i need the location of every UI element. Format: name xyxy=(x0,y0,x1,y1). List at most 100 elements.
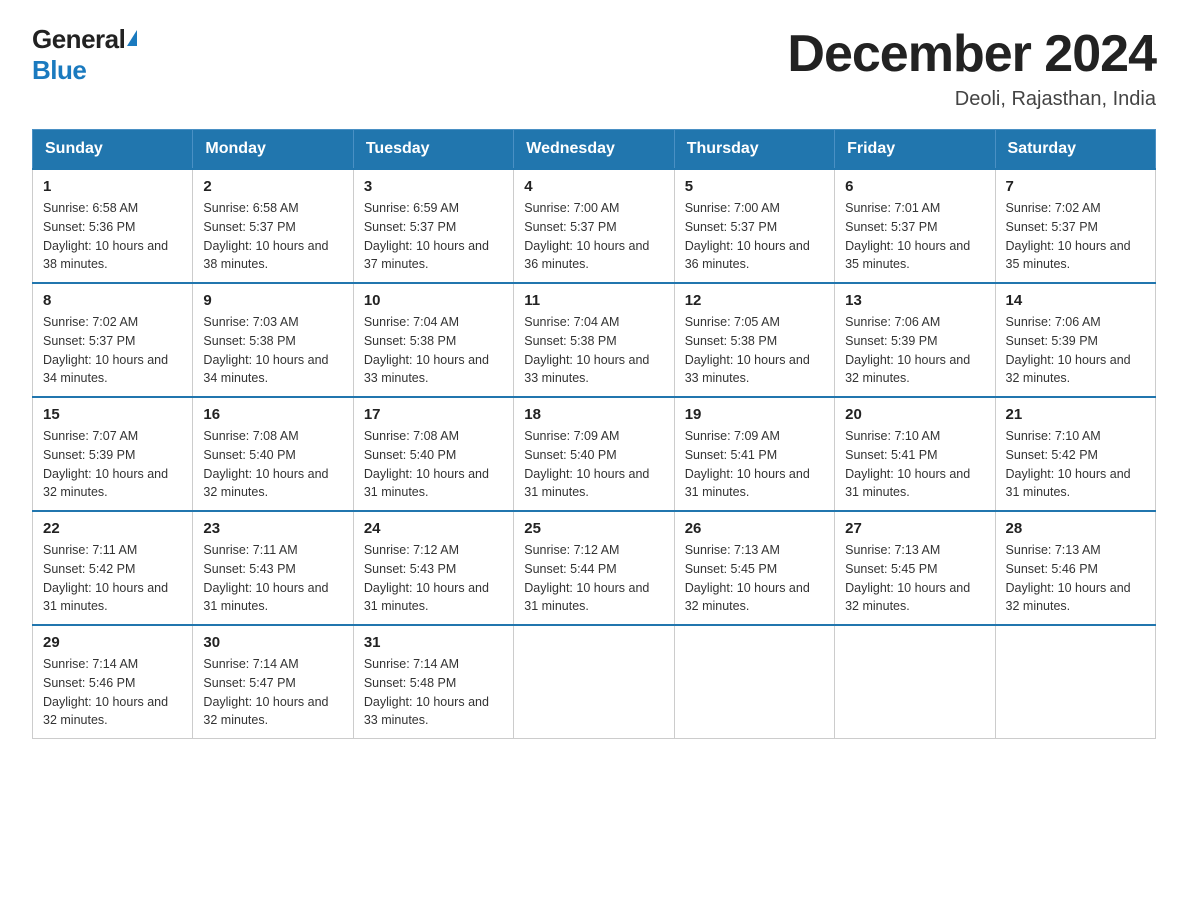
day-number: 15 xyxy=(43,406,182,423)
calendar-cell: 29 Sunrise: 7:14 AMSunset: 5:46 PMDaylig… xyxy=(33,625,193,739)
week-row-5: 29 Sunrise: 7:14 AMSunset: 5:46 PMDaylig… xyxy=(33,625,1156,739)
day-info: Sunrise: 7:09 AMSunset: 5:40 PMDaylight:… xyxy=(524,429,649,499)
day-info: Sunrise: 7:04 AMSunset: 5:38 PMDaylight:… xyxy=(524,315,649,385)
calendar-cell: 24 Sunrise: 7:12 AMSunset: 5:43 PMDaylig… xyxy=(353,511,513,625)
calendar-cell: 22 Sunrise: 7:11 AMSunset: 5:42 PMDaylig… xyxy=(33,511,193,625)
calendar-cell: 3 Sunrise: 6:59 AMSunset: 5:37 PMDayligh… xyxy=(353,169,513,283)
day-header-thursday: Thursday xyxy=(674,130,834,170)
day-header-sunday: Sunday xyxy=(33,130,193,170)
day-number: 22 xyxy=(43,520,182,537)
day-info: Sunrise: 7:13 AMSunset: 5:46 PMDaylight:… xyxy=(1006,543,1131,613)
day-number: 19 xyxy=(685,406,824,423)
day-info: Sunrise: 7:02 AMSunset: 5:37 PMDaylight:… xyxy=(1006,201,1131,271)
calendar-cell: 17 Sunrise: 7:08 AMSunset: 5:40 PMDaylig… xyxy=(353,397,513,511)
day-info: Sunrise: 7:06 AMSunset: 5:39 PMDaylight:… xyxy=(1006,315,1131,385)
day-info: Sunrise: 6:58 AMSunset: 5:37 PMDaylight:… xyxy=(203,201,328,271)
week-row-2: 8 Sunrise: 7:02 AMSunset: 5:37 PMDayligh… xyxy=(33,283,1156,397)
calendar-cell: 28 Sunrise: 7:13 AMSunset: 5:46 PMDaylig… xyxy=(995,511,1155,625)
days-header-row: SundayMondayTuesdayWednesdayThursdayFrid… xyxy=(33,130,1156,170)
day-info: Sunrise: 7:11 AMSunset: 5:43 PMDaylight:… xyxy=(203,543,328,613)
day-number: 18 xyxy=(524,406,663,423)
day-info: Sunrise: 7:09 AMSunset: 5:41 PMDaylight:… xyxy=(685,429,810,499)
calendar-cell: 15 Sunrise: 7:07 AMSunset: 5:39 PMDaylig… xyxy=(33,397,193,511)
calendar-cell: 30 Sunrise: 7:14 AMSunset: 5:47 PMDaylig… xyxy=(193,625,353,739)
day-number: 27 xyxy=(845,520,984,537)
calendar-cell xyxy=(674,625,834,739)
day-number: 4 xyxy=(524,178,663,195)
calendar-cell: 19 Sunrise: 7:09 AMSunset: 5:41 PMDaylig… xyxy=(674,397,834,511)
day-number: 21 xyxy=(1006,406,1145,423)
calendar-cell xyxy=(835,625,995,739)
calendar-cell: 2 Sunrise: 6:58 AMSunset: 5:37 PMDayligh… xyxy=(193,169,353,283)
calendar-cell: 23 Sunrise: 7:11 AMSunset: 5:43 PMDaylig… xyxy=(193,511,353,625)
calendar-cell: 13 Sunrise: 7:06 AMSunset: 5:39 PMDaylig… xyxy=(835,283,995,397)
week-row-4: 22 Sunrise: 7:11 AMSunset: 5:42 PMDaylig… xyxy=(33,511,1156,625)
day-number: 23 xyxy=(203,520,342,537)
day-info: Sunrise: 7:10 AMSunset: 5:41 PMDaylight:… xyxy=(845,429,970,499)
week-row-1: 1 Sunrise: 6:58 AMSunset: 5:36 PMDayligh… xyxy=(33,169,1156,283)
day-number: 13 xyxy=(845,292,984,309)
day-number: 16 xyxy=(203,406,342,423)
day-number: 25 xyxy=(524,520,663,537)
logo: General Blue xyxy=(32,24,137,86)
day-info: Sunrise: 7:13 AMSunset: 5:45 PMDaylight:… xyxy=(845,543,970,613)
day-info: Sunrise: 7:03 AMSunset: 5:38 PMDaylight:… xyxy=(203,315,328,385)
day-info: Sunrise: 7:10 AMSunset: 5:42 PMDaylight:… xyxy=(1006,429,1131,499)
day-info: Sunrise: 7:00 AMSunset: 5:37 PMDaylight:… xyxy=(685,201,810,271)
calendar-cell xyxy=(514,625,674,739)
calendar-cell: 16 Sunrise: 7:08 AMSunset: 5:40 PMDaylig… xyxy=(193,397,353,511)
day-info: Sunrise: 7:07 AMSunset: 5:39 PMDaylight:… xyxy=(43,429,168,499)
logo-blue-text: Blue xyxy=(32,55,86,86)
day-number: 17 xyxy=(364,406,503,423)
day-number: 14 xyxy=(1006,292,1145,309)
calendar-cell: 10 Sunrise: 7:04 AMSunset: 5:38 PMDaylig… xyxy=(353,283,513,397)
day-info: Sunrise: 7:13 AMSunset: 5:45 PMDaylight:… xyxy=(685,543,810,613)
day-info: Sunrise: 7:08 AMSunset: 5:40 PMDaylight:… xyxy=(364,429,489,499)
day-number: 9 xyxy=(203,292,342,309)
page-header: General Blue December 2024 Deoli, Rajast… xyxy=(32,24,1156,111)
day-number: 26 xyxy=(685,520,824,537)
day-number: 20 xyxy=(845,406,984,423)
day-header-friday: Friday xyxy=(835,130,995,170)
calendar-subtitle: Deoli, Rajasthan, India xyxy=(787,88,1156,111)
day-info: Sunrise: 7:01 AMSunset: 5:37 PMDaylight:… xyxy=(845,201,970,271)
calendar-cell: 9 Sunrise: 7:03 AMSunset: 5:38 PMDayligh… xyxy=(193,283,353,397)
day-info: Sunrise: 6:58 AMSunset: 5:36 PMDaylight:… xyxy=(43,201,168,271)
calendar-table: SundayMondayTuesdayWednesdayThursdayFrid… xyxy=(32,129,1156,739)
day-number: 10 xyxy=(364,292,503,309)
day-header-wednesday: Wednesday xyxy=(514,130,674,170)
day-number: 8 xyxy=(43,292,182,309)
day-header-saturday: Saturday xyxy=(995,130,1155,170)
day-number: 28 xyxy=(1006,520,1145,537)
calendar-cell: 20 Sunrise: 7:10 AMSunset: 5:41 PMDaylig… xyxy=(835,397,995,511)
day-info: Sunrise: 7:12 AMSunset: 5:43 PMDaylight:… xyxy=(364,543,489,613)
day-number: 5 xyxy=(685,178,824,195)
calendar-cell: 21 Sunrise: 7:10 AMSunset: 5:42 PMDaylig… xyxy=(995,397,1155,511)
calendar-cell: 18 Sunrise: 7:09 AMSunset: 5:40 PMDaylig… xyxy=(514,397,674,511)
day-info: Sunrise: 7:08 AMSunset: 5:40 PMDaylight:… xyxy=(203,429,328,499)
day-number: 24 xyxy=(364,520,503,537)
day-header-monday: Monday xyxy=(193,130,353,170)
day-number: 7 xyxy=(1006,178,1145,195)
calendar-cell: 4 Sunrise: 7:00 AMSunset: 5:37 PMDayligh… xyxy=(514,169,674,283)
day-number: 6 xyxy=(845,178,984,195)
day-info: Sunrise: 7:11 AMSunset: 5:42 PMDaylight:… xyxy=(43,543,168,613)
calendar-cell: 26 Sunrise: 7:13 AMSunset: 5:45 PMDaylig… xyxy=(674,511,834,625)
day-number: 29 xyxy=(43,634,182,651)
day-number: 1 xyxy=(43,178,182,195)
day-number: 31 xyxy=(364,634,503,651)
day-info: Sunrise: 7:00 AMSunset: 5:37 PMDaylight:… xyxy=(524,201,649,271)
day-info: Sunrise: 7:14 AMSunset: 5:46 PMDaylight:… xyxy=(43,657,168,727)
calendar-title: December 2024 xyxy=(787,24,1156,84)
calendar-cell: 7 Sunrise: 7:02 AMSunset: 5:37 PMDayligh… xyxy=(995,169,1155,283)
calendar-cell: 25 Sunrise: 7:12 AMSunset: 5:44 PMDaylig… xyxy=(514,511,674,625)
day-info: Sunrise: 7:05 AMSunset: 5:38 PMDaylight:… xyxy=(685,315,810,385)
day-header-tuesday: Tuesday xyxy=(353,130,513,170)
calendar-cell: 12 Sunrise: 7:05 AMSunset: 5:38 PMDaylig… xyxy=(674,283,834,397)
day-number: 11 xyxy=(524,292,663,309)
calendar-cell: 14 Sunrise: 7:06 AMSunset: 5:39 PMDaylig… xyxy=(995,283,1155,397)
day-info: Sunrise: 7:14 AMSunset: 5:47 PMDaylight:… xyxy=(203,657,328,727)
title-section: December 2024 Deoli, Rajasthan, India xyxy=(787,24,1156,111)
week-row-3: 15 Sunrise: 7:07 AMSunset: 5:39 PMDaylig… xyxy=(33,397,1156,511)
calendar-cell xyxy=(995,625,1155,739)
